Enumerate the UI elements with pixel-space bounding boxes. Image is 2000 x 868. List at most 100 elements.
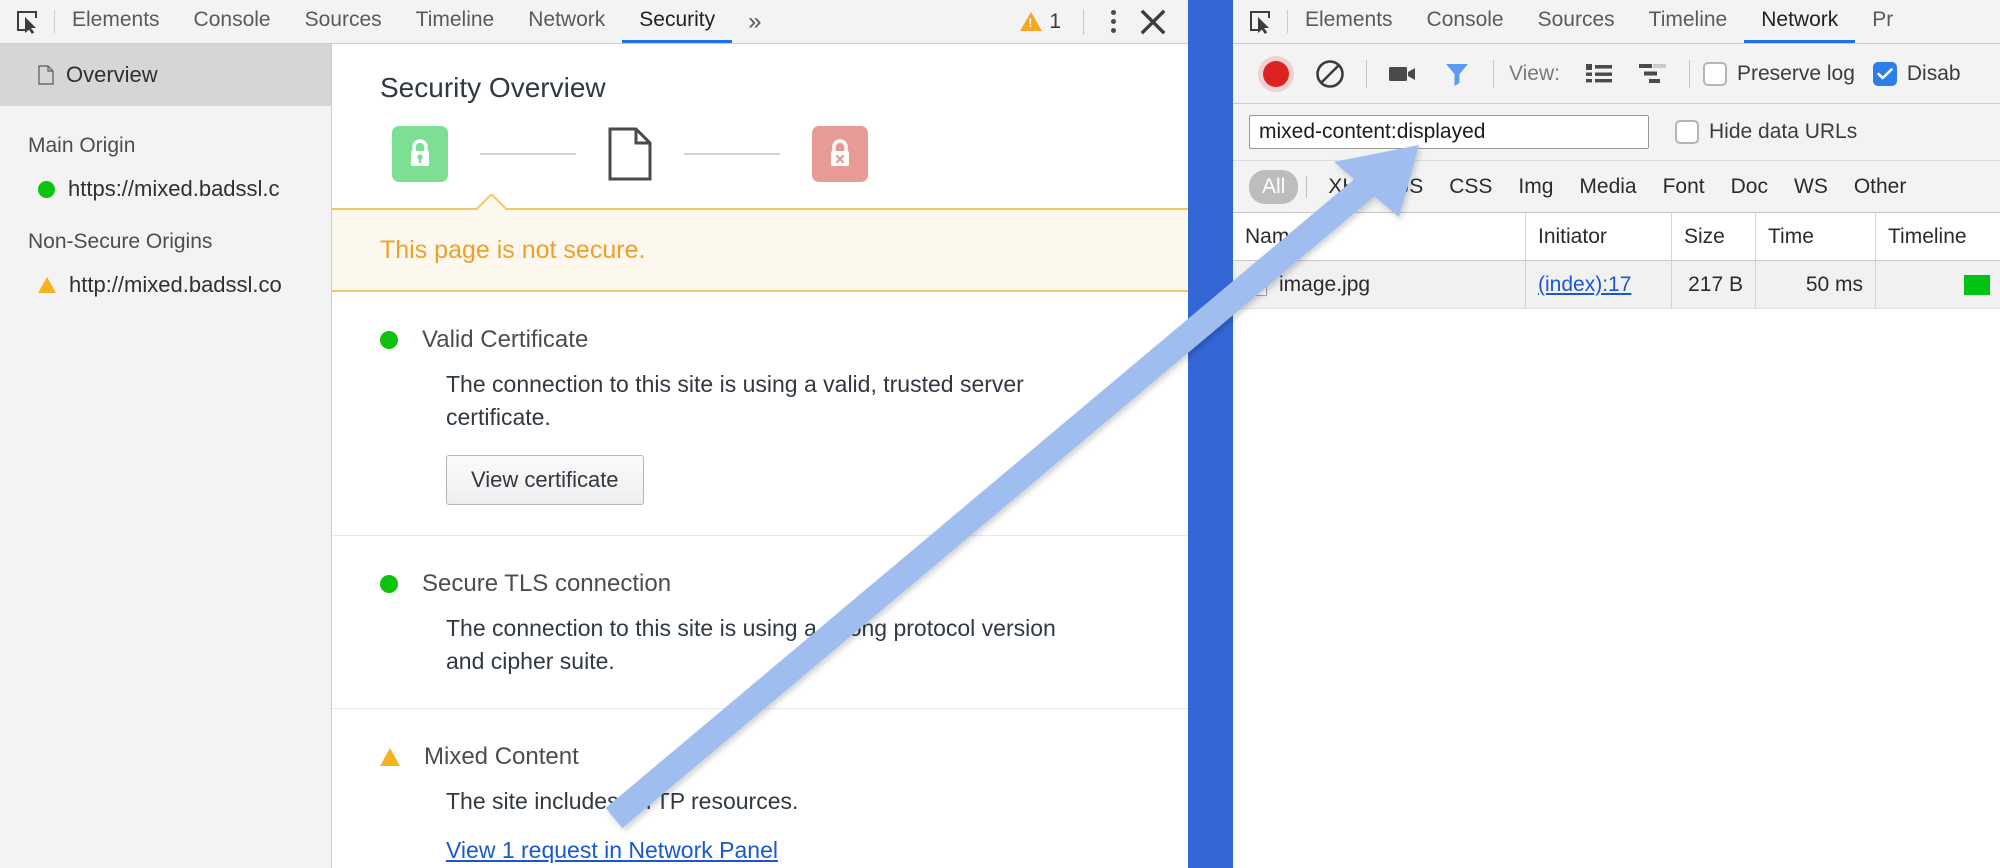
tab-sources[interactable]: Sources — [288, 0, 399, 43]
sidebar-group-main-origin: Main Origin — [0, 106, 331, 158]
security-section-valid-certificate: Valid Certificate The connection to this… — [332, 292, 1188, 536]
close-x-glyph — [1140, 9, 1166, 34]
sidebar-item-overview[interactable]: Overview — [0, 44, 331, 106]
inspect-element-button[interactable] — [0, 0, 54, 43]
checkbox-box — [1675, 120, 1699, 144]
preserve-log-checkbox[interactable]: Preserve log — [1702, 61, 1855, 86]
more-tabs-button[interactable]: » — [732, 0, 777, 43]
type-filter-all[interactable]: All — [1249, 169, 1299, 204]
right-tabbar: Elements Console Sources Timeline Networ… — [1233, 0, 2000, 44]
status-warning-triangle-icon — [38, 277, 56, 293]
type-filter-img[interactable]: Img — [1505, 170, 1566, 204]
tab-network[interactable]: Network — [511, 0, 622, 43]
record-button[interactable] — [1249, 52, 1303, 96]
warning-triangle-icon — [1020, 12, 1043, 31]
checkbox-box-checked — [1872, 61, 1897, 86]
table-header-row: Name Initiator Size Time Timeline — [1233, 213, 2000, 261]
warning-count-badge[interactable]: 1 — [1010, 10, 1071, 34]
status-dot-ok-icon — [380, 574, 398, 593]
security-section-mixed-content: Mixed Content The site includes HTTP res… — [332, 709, 1188, 868]
tab-network[interactable]: Network — [1744, 0, 1856, 43]
filter-toggle-button[interactable] — [1430, 52, 1484, 96]
view-requests-in-network-panel-link[interactable]: View 1 request in Network Panel — [446, 837, 778, 864]
tab-profiles[interactable]: Pr — [1855, 0, 1910, 43]
inspect-element-button[interactable] — [1233, 0, 1287, 43]
hide-data-urls-label: Hide data URLs — [1709, 120, 1858, 143]
section-header: Valid Certificate — [380, 326, 1188, 354]
initiator-link[interactable]: (index):17 — [1538, 273, 1631, 297]
waterfall-view-button[interactable] — [1626, 52, 1680, 96]
timeline-bar — [1964, 275, 1990, 295]
network-toolbar: View: Preserve log Disab — [1233, 44, 2000, 104]
security-main-content: Security Overview This page is not secur… — [332, 44, 1188, 868]
close-icon[interactable] — [1130, 8, 1176, 36]
table-row[interactable]: image.jpg (index):17 217 B 50 ms — [1233, 261, 2000, 309]
tab-security[interactable]: Security — [622, 0, 733, 43]
tab-label: Timeline — [415, 8, 495, 31]
type-filter-other[interactable]: Other — [1841, 170, 1920, 204]
tab-timeline[interactable]: Timeline — [1632, 0, 1745, 43]
column-header-initiator[interactable]: Initiator — [1526, 213, 1672, 260]
kebab-menu-icon[interactable] — [1096, 10, 1130, 33]
tab-console[interactable]: Console — [177, 0, 288, 43]
toolbar-divider — [1493, 59, 1494, 88]
type-filter-media[interactable]: Media — [1566, 170, 1649, 204]
insecure-banner: This page is not secure. — [332, 208, 1188, 292]
actions-divider — [1083, 8, 1084, 35]
sidebar-origin-insecure[interactable]: http://mixed.badssl.co — [0, 254, 331, 298]
section-header: Mixed Content — [380, 743, 1188, 771]
section-title: Mixed Content — [424, 743, 579, 771]
section-title: Secure TLS connection — [422, 569, 672, 597]
tab-console[interactable]: Console — [1410, 0, 1521, 43]
type-filter-font[interactable]: Font — [1650, 170, 1718, 204]
network-devtools-window: Elements Console Sources Timeline Networ… — [1233, 0, 2000, 868]
clear-prohibited-icon — [1316, 59, 1344, 88]
checkbox-box — [1702, 61, 1727, 86]
chevron-double-right-icon: » — [748, 7, 762, 35]
sidebar-origin-secure[interactable]: https://mixed.badssl.c — [0, 158, 331, 202]
disable-cache-checkbox[interactable]: Disab — [1872, 61, 1961, 86]
type-filter-doc[interactable]: Doc — [1718, 170, 1781, 204]
list-view-button[interactable] — [1572, 52, 1626, 96]
page-document-icon — [38, 65, 54, 85]
view-label: View: — [1509, 61, 1560, 85]
view-certificate-button[interactable]: View certificate — [446, 454, 644, 505]
tab-elements[interactable]: Elements — [55, 0, 177, 43]
tab-label: Security — [639, 8, 716, 31]
column-header-name[interactable]: Name — [1233, 213, 1526, 260]
tab-label: Elements — [1305, 8, 1393, 31]
page-title: Security Overview — [380, 72, 606, 103]
tab-label: Network — [1761, 8, 1839, 31]
tab-label: Network — [528, 8, 606, 31]
tab-elements[interactable]: Elements — [1288, 0, 1410, 43]
screenshot-root: Elements Console Sources Timeline Networ… — [0, 0, 2000, 868]
status-dot-secure-icon — [38, 180, 55, 198]
column-header-size[interactable]: Size — [1672, 213, 1756, 260]
type-filter-xhr[interactable]: XHR — [1315, 170, 1385, 204]
banner-text: This page is not secure. — [380, 235, 646, 264]
column-header-timeline[interactable]: Timeline — [1876, 213, 2000, 260]
inspect-cursor-icon — [1250, 10, 1270, 34]
type-filter-js[interactable]: JS — [1386, 170, 1437, 204]
section-description: The site includes HTTP resources. — [446, 788, 799, 815]
tab-label: Pr — [1872, 8, 1894, 31]
cell-time: 50 ms — [1756, 261, 1876, 308]
hide-data-urls-checkbox[interactable]: Hide data URLs — [1675, 120, 1857, 144]
security-sidebar: Overview Main Origin https://mixed.badss… — [0, 44, 332, 868]
sidebar-group-title: Non-Secure Origins — [28, 230, 213, 253]
capture-screenshots-button[interactable] — [1376, 52, 1430, 96]
lock-broken-icon — [812, 126, 868, 182]
clear-button[interactable] — [1303, 52, 1357, 96]
sidebar-origin-label: http://mixed.badssl.co — [69, 272, 282, 297]
window-divider-bar — [1188, 0, 1233, 868]
tab-timeline[interactable]: Timeline — [399, 0, 512, 43]
filter-input[interactable] — [1249, 115, 1649, 149]
column-header-time[interactable]: Time — [1756, 213, 1876, 260]
tab-label: Console — [1426, 8, 1504, 31]
row-checkbox[interactable] — [1245, 273, 1267, 296]
type-filter-css[interactable]: CSS — [1436, 170, 1505, 204]
resource-type-filter-bar: All XHR JS CSS Img Media Font Doc WS Oth… — [1233, 161, 2000, 213]
sidebar-group-title: Main Origin — [28, 134, 136, 157]
type-filter-ws[interactable]: WS — [1781, 170, 1841, 204]
tab-sources[interactable]: Sources — [1521, 0, 1632, 43]
